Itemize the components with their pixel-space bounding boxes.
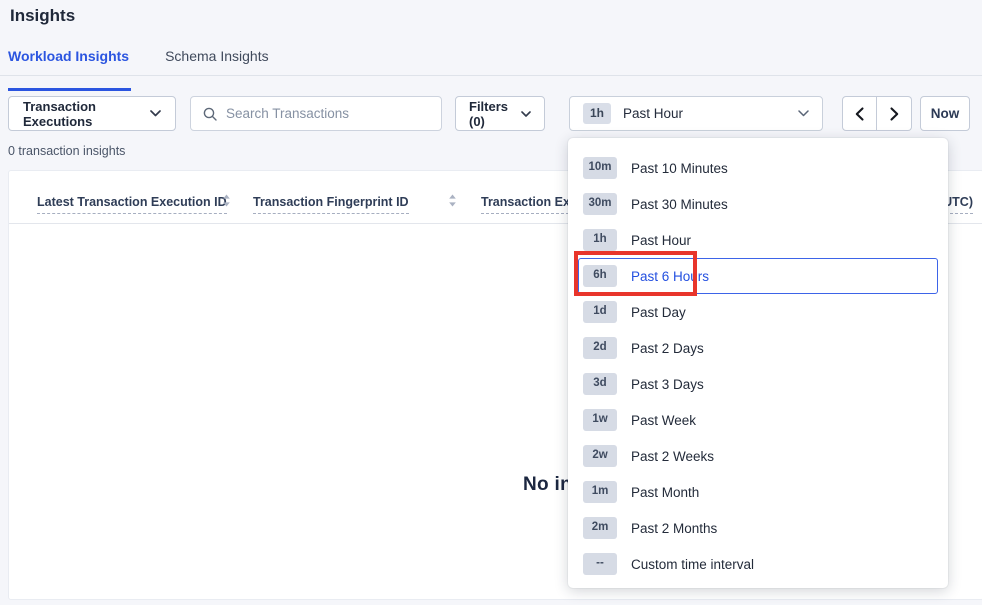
time-option-badge: 6h — [583, 265, 617, 287]
tab-bar: Workload Insights Schema Insights — [8, 48, 269, 74]
time-interval-badge: 1h — [583, 103, 611, 123]
time-interval-option[interactable]: -- Custom time interval — [578, 546, 938, 582]
time-option-label: Past 2 Days — [631, 341, 704, 356]
time-interval-dropdown: 10m Past 10 Minutes 30m Past 30 Minutes … — [568, 138, 948, 588]
time-interval-option[interactable]: 1d Past Day — [578, 294, 938, 330]
page-title: Insights — [10, 6, 75, 26]
entity-type-select[interactable]: Transaction Executions — [8, 96, 176, 131]
time-option-badge: 1d — [583, 301, 617, 323]
sort-icon[interactable] — [448, 194, 457, 207]
time-option-label: Past Hour — [631, 233, 691, 248]
chevron-left-icon — [855, 107, 864, 121]
tab-divider — [0, 75, 982, 76]
time-option-label: Past Month — [631, 485, 699, 500]
time-next-button[interactable] — [877, 96, 912, 131]
tab-schema-insights[interactable]: Schema Insights — [165, 48, 269, 74]
insights-page: Insights Workload Insights Schema Insigh… — [0, 0, 982, 605]
results-count: 0 transaction insights — [8, 144, 125, 158]
time-option-label: Past Week — [631, 413, 696, 428]
time-interval-option[interactable]: 2m Past 2 Months — [578, 510, 938, 546]
time-interval-option[interactable]: 10m Past 10 Minutes — [578, 150, 938, 186]
search-icon — [203, 107, 217, 121]
filters-button-label: Filters (0) — [469, 99, 521, 129]
filters-button[interactable]: Filters (0) — [455, 96, 545, 131]
time-option-label: Past 2 Weeks — [631, 449, 714, 464]
time-option-label: Past 10 Minutes — [631, 161, 728, 176]
time-option-badge: 10m — [583, 157, 617, 179]
time-interval-option[interactable]: 1w Past Week — [578, 402, 938, 438]
now-button[interactable]: Now — [920, 96, 970, 131]
time-option-label: Past Day — [631, 305, 686, 320]
time-option-label: Past 6 Hours — [631, 269, 709, 284]
chevron-right-icon — [890, 107, 899, 121]
time-interval-option[interactable]: 30m Past 30 Minutes — [578, 186, 938, 222]
time-interval-option[interactable]: 6h Past 6 Hours — [578, 258, 938, 294]
time-prev-button[interactable] — [842, 96, 877, 131]
time-option-badge: 2w — [583, 445, 617, 467]
column-header-latest-txn-execution-id[interactable]: Latest Transaction Execution ID — [37, 195, 227, 209]
chevron-down-icon — [521, 111, 531, 117]
search-box — [190, 96, 442, 131]
time-interval-option[interactable]: 2d Past 2 Days — [578, 330, 938, 366]
time-interval-option[interactable]: 1m Past Month — [578, 474, 938, 510]
time-interval-option[interactable]: 2w Past 2 Weeks — [578, 438, 938, 474]
time-option-label: Past 2 Months — [631, 521, 717, 536]
search-input[interactable] — [226, 106, 429, 121]
sort-icon[interactable] — [222, 194, 231, 207]
time-option-badge: 30m — [583, 193, 617, 215]
time-option-badge: 1h — [583, 229, 617, 251]
time-option-badge: 2d — [583, 337, 617, 359]
time-option-label: Past 3 Days — [631, 377, 704, 392]
time-option-label: Past 30 Minutes — [631, 197, 728, 212]
time-arrow-group — [842, 96, 912, 131]
time-interval-label: Past Hour — [623, 106, 786, 121]
column-header-txn-fingerprint-id[interactable]: Transaction Fingerprint ID — [253, 195, 409, 209]
now-button-label: Now — [931, 106, 960, 121]
toolbar: Transaction Executions Filters (0) 1h Pa… — [0, 96, 982, 131]
time-interval-option[interactable]: 1h Past Hour — [578, 222, 938, 258]
time-option-badge: -- — [583, 553, 617, 575]
time-option-label: Custom time interval — [631, 557, 754, 572]
entity-type-select-label: Transaction Executions — [23, 99, 150, 129]
time-interval-select[interactable]: 1h Past Hour — [569, 96, 823, 131]
time-interval-option[interactable]: 3d Past 3 Days — [578, 366, 938, 402]
time-option-badge: 2m — [583, 517, 617, 539]
chevron-down-icon — [150, 110, 161, 117]
time-option-badge: 3d — [583, 373, 617, 395]
tab-workload-insights[interactable]: Workload Insights — [8, 48, 129, 74]
time-option-badge: 1m — [583, 481, 617, 503]
time-option-badge: 1w — [583, 409, 617, 431]
chevron-down-icon — [798, 110, 809, 117]
